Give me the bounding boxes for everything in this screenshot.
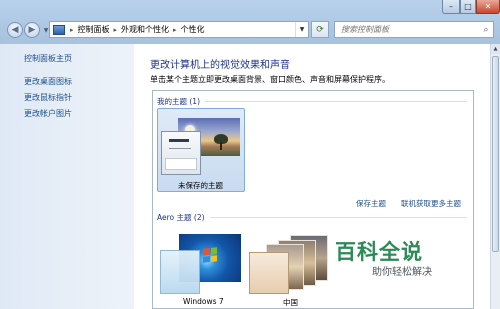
theme-label: 未保存的主题	[178, 181, 223, 190]
minimize-button[interactable]: –	[442, 0, 460, 14]
back-button[interactable]: ◀	[7, 22, 23, 38]
card-bar	[169, 139, 189, 142]
windows7-color-card	[160, 250, 200, 294]
page-description: 单击某个主题立即更改桌面背景、窗口颜色、声音和屏幕保护程序。	[150, 75, 390, 84]
address-dropdown-icon[interactable]: ▼	[295, 22, 308, 37]
my-themes-header: 我的主题 (1)	[157, 97, 201, 106]
sidebar-item-control-panel-home[interactable]: 控制面板主页	[24, 53, 72, 64]
search-icon[interactable]: ⌕	[479, 22, 493, 37]
forward-arrow-icon: ▶	[28, 25, 36, 35]
theme-label[interactable]: Windows 7	[183, 297, 224, 306]
breadcrumb-control-panel[interactable]: 控制面板	[76, 24, 112, 35]
aero-themes-header: Aero 主题 (2)	[157, 213, 205, 222]
page-title: 更改计算机上的视觉效果和声音	[150, 60, 290, 71]
card-line	[169, 148, 191, 149]
breadcrumb-personalization[interactable]: 个性化	[179, 24, 207, 35]
sidebar-item-account-picture[interactable]: 更改帐户图片	[24, 108, 72, 119]
search-input[interactable]	[335, 24, 479, 35]
address-bar[interactable]: ▸ 控制面板 ▸ 外观和个性化 ▸ 个性化 ▼	[49, 21, 309, 38]
breadcrumb-chevron-icon[interactable]: ▸	[68, 26, 76, 34]
back-arrow-icon: ◀	[11, 25, 19, 35]
sidebar-item-desktop-icons[interactable]: 更改桌面图标	[24, 76, 72, 87]
refresh-button[interactable]: ⟳	[311, 21, 329, 38]
window-caption-buttons: – □ ✕	[442, 0, 500, 14]
card-window	[165, 158, 197, 170]
forward-button[interactable]: ▶	[24, 22, 40, 38]
refresh-icon: ⟳	[316, 24, 324, 35]
close-button[interactable]: ✕	[476, 0, 500, 14]
watermark-slogan: 助你轻松解决	[372, 267, 432, 278]
search-box: ⌕	[334, 21, 494, 38]
sidebar-item-mouse-pointers[interactable]: 更改鼠标指针	[24, 92, 72, 103]
theme-color-card	[161, 131, 201, 175]
theme-label[interactable]: 中国	[283, 297, 298, 308]
save-theme-link[interactable]: 保存主题	[356, 198, 386, 209]
group-divider	[205, 101, 467, 102]
navigation-buttons: ◀ ▶ ▼	[7, 22, 51, 38]
get-more-themes-link[interactable]: 联机获取更多主题	[401, 198, 461, 209]
watermark-logo-text: 百科全说	[335, 240, 423, 264]
maximize-button[interactable]: □	[460, 0, 476, 14]
vertical-scrollbar[interactable]: ▲	[490, 44, 500, 309]
breadcrumb-chevron-icon[interactable]: ▸	[171, 26, 179, 34]
breadcrumb-appearance[interactable]: 外观和个性化	[119, 24, 171, 35]
control-panel-icon	[53, 24, 65, 35]
breadcrumb-chevron-icon[interactable]: ▸	[112, 26, 120, 34]
china-color-card	[249, 252, 289, 294]
group-divider	[210, 217, 467, 218]
windows-logo-icon	[203, 247, 217, 263]
tree-trunk-shape	[220, 142, 222, 150]
scroll-thumb[interactable]	[492, 56, 499, 252]
scroll-up-icon[interactable]: ▲	[491, 44, 500, 54]
